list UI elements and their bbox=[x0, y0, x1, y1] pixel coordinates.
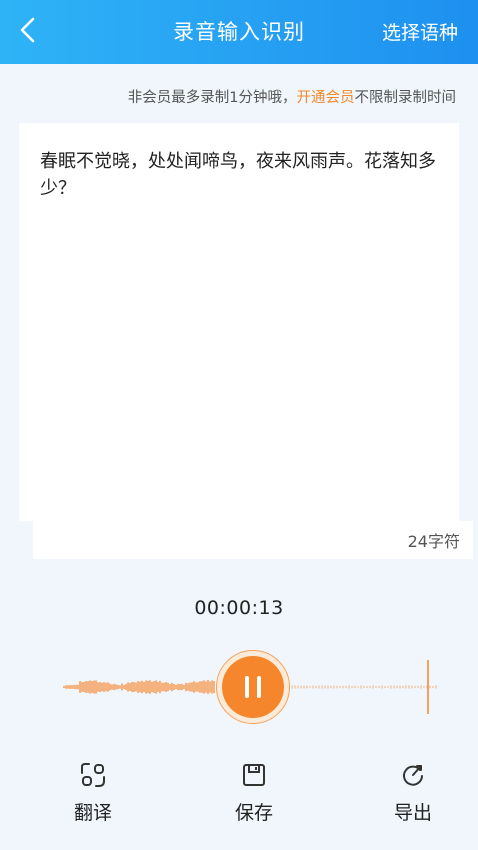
top-bar: 录音输入识别 选择语种 bbox=[0, 0, 478, 64]
char-count-bar: 24字符 bbox=[33, 521, 473, 559]
pause-icon bbox=[222, 656, 284, 718]
save-label: 保存 bbox=[234, 802, 273, 824]
pause-bar-right bbox=[257, 676, 261, 698]
transcript-panel[interactable]: 春眠不觉晓，处处闻啼鸟，夜来风雨声。花落知多少？ bbox=[19, 123, 459, 521]
translate-icon bbox=[81, 763, 105, 787]
pause-recording-button[interactable] bbox=[216, 650, 290, 724]
export-label: 导出 bbox=[393, 802, 432, 824]
translate-button[interactable]: 翻译 bbox=[53, 762, 133, 832]
save-button[interactable]: 保存 bbox=[214, 762, 294, 832]
notice-prefix: 非会员最多录制1分钟哦， bbox=[127, 90, 297, 106]
save-icon bbox=[243, 764, 265, 786]
select-language-button[interactable]: 选择语种 bbox=[382, 18, 458, 45]
translate-label: 翻译 bbox=[73, 802, 112, 824]
pause-bar-left bbox=[245, 676, 249, 698]
transcript-text[interactable]: 春眠不觉晓，处处闻啼鸟，夜来风雨声。花落知多少？ bbox=[40, 148, 440, 202]
export-button[interactable]: 导出 bbox=[373, 762, 453, 832]
open-membership-link[interactable]: 开通会员 bbox=[297, 90, 355, 106]
recording-timer: 00:00:13 bbox=[194, 597, 284, 619]
char-count: 24字符 bbox=[407, 532, 460, 551]
member-notice: 非会员最多录制1分钟哦，开通会员不限制录制时间 bbox=[128, 86, 456, 107]
notice-suffix: 不限制录制时间 bbox=[354, 90, 457, 106]
export-icon bbox=[403, 765, 423, 786]
